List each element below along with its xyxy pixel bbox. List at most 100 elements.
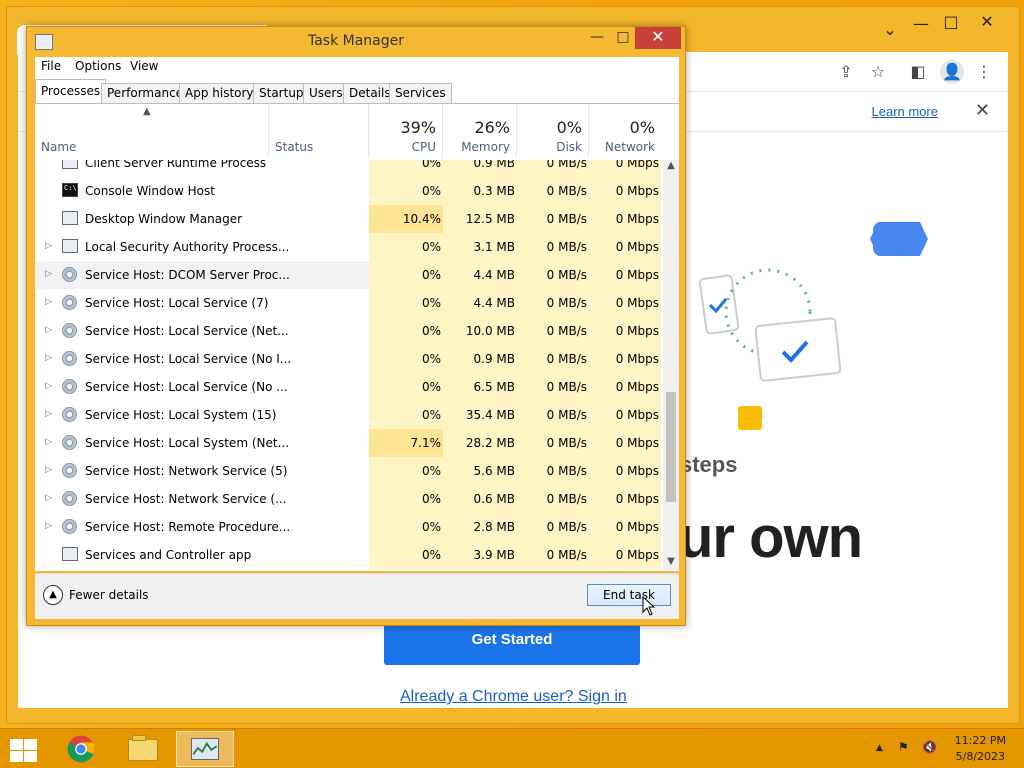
column-header-status[interactable]: Status (269, 104, 369, 158)
expand-chevron-icon[interactable]: ▷ (45, 409, 52, 419)
tab-users[interactable]: Users (303, 83, 349, 103)
process-name: Service Host: Local Service (No ... (85, 380, 288, 394)
expand-chevron-icon[interactable]: ▷ (45, 493, 52, 503)
chrome-maximize-button[interactable]: □ (933, 9, 969, 35)
process-network: 0 Mbps (615, 184, 659, 198)
taskbar-task-manager-icon[interactable] (176, 731, 234, 767)
minimize-button[interactable]: — (583, 27, 611, 49)
process-row[interactable]: ▷ Service Host: Local Service (Net... 0% 10… (35, 317, 661, 345)
process-cpu: 0% (421, 492, 441, 506)
tray-overflow-icon[interactable]: ▲ (876, 743, 883, 753)
process-row[interactable]: ▷ Service Host: Network Service (5) 0% 5.6 … (35, 457, 661, 485)
collapse-chevron-icon[interactable]: ▲ (43, 585, 63, 605)
task-manager-window: Task Manager — □ ✕ File Options View Pro… (26, 26, 686, 626)
column-header-memory[interactable]: 26% Memory (443, 104, 517, 158)
close-button[interactable]: ✕ (635, 27, 681, 49)
process-row[interactable]: Console Window Host 0% 0.3 MB 0 MB/s 0 Mbps (35, 177, 661, 205)
console-icon (62, 183, 78, 197)
process-cpu: 0% (421, 184, 441, 198)
clock-time: 11:22 PM (954, 734, 1006, 747)
bookmark-star-icon[interactable]: ☆ (866, 60, 890, 84)
process-network: 0 Mbps (615, 268, 659, 282)
process-row[interactable]: ▷ Service Host: Local System (Net... 7.1% 2… (35, 429, 661, 457)
profile-avatar-icon[interactable]: 👤 (940, 60, 964, 84)
process-disk: 0 MB/s (546, 352, 587, 366)
scrollbar-thumb[interactable] (666, 392, 676, 502)
volume-muted-icon[interactable]: 🔇 (922, 740, 937, 754)
expand-chevron-icon[interactable]: ▷ (45, 353, 52, 363)
action-center-flag-icon[interactable]: ⚑ (898, 740, 909, 754)
taskbar-chrome-icon[interactable] (52, 731, 110, 767)
process-memory: 35.4 MB (465, 408, 515, 422)
tab-performance[interactable]: Performance (101, 83, 190, 103)
process-row[interactable]: ▷ Service Host: Local Service (No I... 0% 0… (35, 345, 661, 373)
process-disk: 0 MB/s (546, 240, 587, 254)
process-disk: 0 MB/s (546, 160, 587, 170)
process-row[interactable]: ▷ Local Security Authority Process... 0% 3.… (35, 233, 661, 261)
expand-chevron-icon[interactable]: ▷ (45, 241, 52, 251)
expand-chevron-icon[interactable]: ▷ (45, 437, 52, 447)
maximize-button[interactable]: □ (609, 27, 637, 49)
process-row[interactable]: Desktop Window Manager 10.4% 12.5 MB 0 MB/s… (35, 205, 661, 233)
windows-start-icon[interactable] (8, 737, 38, 763)
process-cpu: 0% (421, 160, 441, 170)
headline-fragment: ur own (678, 505, 863, 570)
process-name: Service Host: Local Service (7) (85, 296, 269, 310)
taskbar-file-explorer-icon[interactable] (114, 731, 172, 767)
tab-app-history[interactable]: App history (179, 83, 260, 103)
process-row[interactable]: ▷ Service Host: Local System (15) 0% 35.4 M… (35, 401, 661, 429)
process-row[interactable]: Client Server Runtime Process 0% 0.9 MB 0 M… (35, 160, 661, 177)
process-network: 0 Mbps (615, 464, 659, 478)
process-memory: 0.9 MB (473, 160, 515, 170)
mouse-cursor-icon (642, 596, 656, 616)
column-disk-label: Disk (556, 140, 582, 154)
expand-chevron-icon[interactable]: ▷ (45, 269, 52, 279)
process-row[interactable]: Services and Controller app 0% 3.9 MB 0 MB/… (35, 541, 661, 569)
expand-chevron-icon[interactable]: ▷ (45, 381, 52, 391)
menu-view[interactable]: View (130, 59, 158, 73)
process-disk: 0 MB/s (546, 380, 587, 394)
vertical-scrollbar[interactable]: ▲ ▼ (663, 160, 679, 570)
end-task-button[interactable]: End task (587, 584, 671, 606)
chrome-close-button[interactable]: ✕ (969, 9, 1005, 35)
menu-options[interactable]: Options (75, 59, 121, 73)
process-row[interactable]: ▷ Service Host: Local Service (7) 0% 4.4 MB… (35, 289, 661, 317)
scroll-down-icon[interactable]: ▼ (663, 556, 679, 570)
share-icon[interactable]: ⇪ (834, 60, 858, 84)
process-row[interactable]: ▷ Service Host: DCOM Server Proc... 0% 4.4 … (35, 261, 661, 289)
system-clock[interactable]: 11:22 PM 5/8/2023 (955, 733, 1006, 765)
tab-processes[interactable]: Processes (35, 79, 107, 103)
tab-services[interactable]: Services (389, 83, 452, 103)
column-header-cpu[interactable]: 39% CPU (369, 104, 443, 158)
tab-startup[interactable]: Startup (253, 83, 310, 103)
infobar-close-icon[interactable]: ✕ (975, 100, 990, 121)
expand-chevron-icon[interactable]: ▷ (45, 325, 52, 335)
column-header-network[interactable]: 0% Network (589, 104, 661, 158)
process-network: 0 Mbps (615, 352, 659, 366)
process-row[interactable]: ▷ Service Host: Remote Procedure... 0% 2.8 … (35, 513, 661, 541)
gear-icon (62, 295, 77, 310)
process-disk: 0 MB/s (546, 184, 587, 198)
side-panel-icon[interactable]: ◧ (906, 60, 930, 84)
column-network-label: Network (604, 140, 655, 154)
expand-chevron-icon[interactable]: ▷ (45, 521, 52, 531)
process-name: Client Server Runtime Process (85, 160, 267, 170)
process-memory: 28.2 MB (465, 436, 515, 450)
process-network: 0 Mbps (615, 160, 659, 170)
task-manager-titlebar[interactable]: Task Manager — □ ✕ (27, 27, 685, 57)
disk-total: 0% (556, 118, 582, 137)
process-row[interactable]: ▷ Service Host: Network Service (... 0% 0.6… (35, 485, 661, 513)
column-header-name[interactable]: ▲ Name (35, 104, 269, 158)
column-header-disk[interactable]: 0% Disk (517, 104, 589, 158)
expand-chevron-icon[interactable]: ▷ (45, 297, 52, 307)
fewer-details-link[interactable]: Fewer details (69, 588, 149, 602)
more-menu-icon[interactable]: ⋮ (972, 60, 996, 84)
expand-chevron-icon[interactable]: ▷ (45, 465, 52, 475)
process-network: 0 Mbps (615, 408, 659, 422)
learn-more-link[interactable]: Learn more (872, 104, 938, 119)
scroll-up-icon[interactable]: ▲ (663, 160, 679, 174)
process-row[interactable]: ▷ Service Host: Local Service (No ... 0% 6.… (35, 373, 661, 401)
sign-in-link[interactable]: Already a Chrome user? Sign in (400, 688, 627, 706)
menu-file[interactable]: File (41, 59, 61, 73)
welcome-illustration (698, 222, 928, 430)
